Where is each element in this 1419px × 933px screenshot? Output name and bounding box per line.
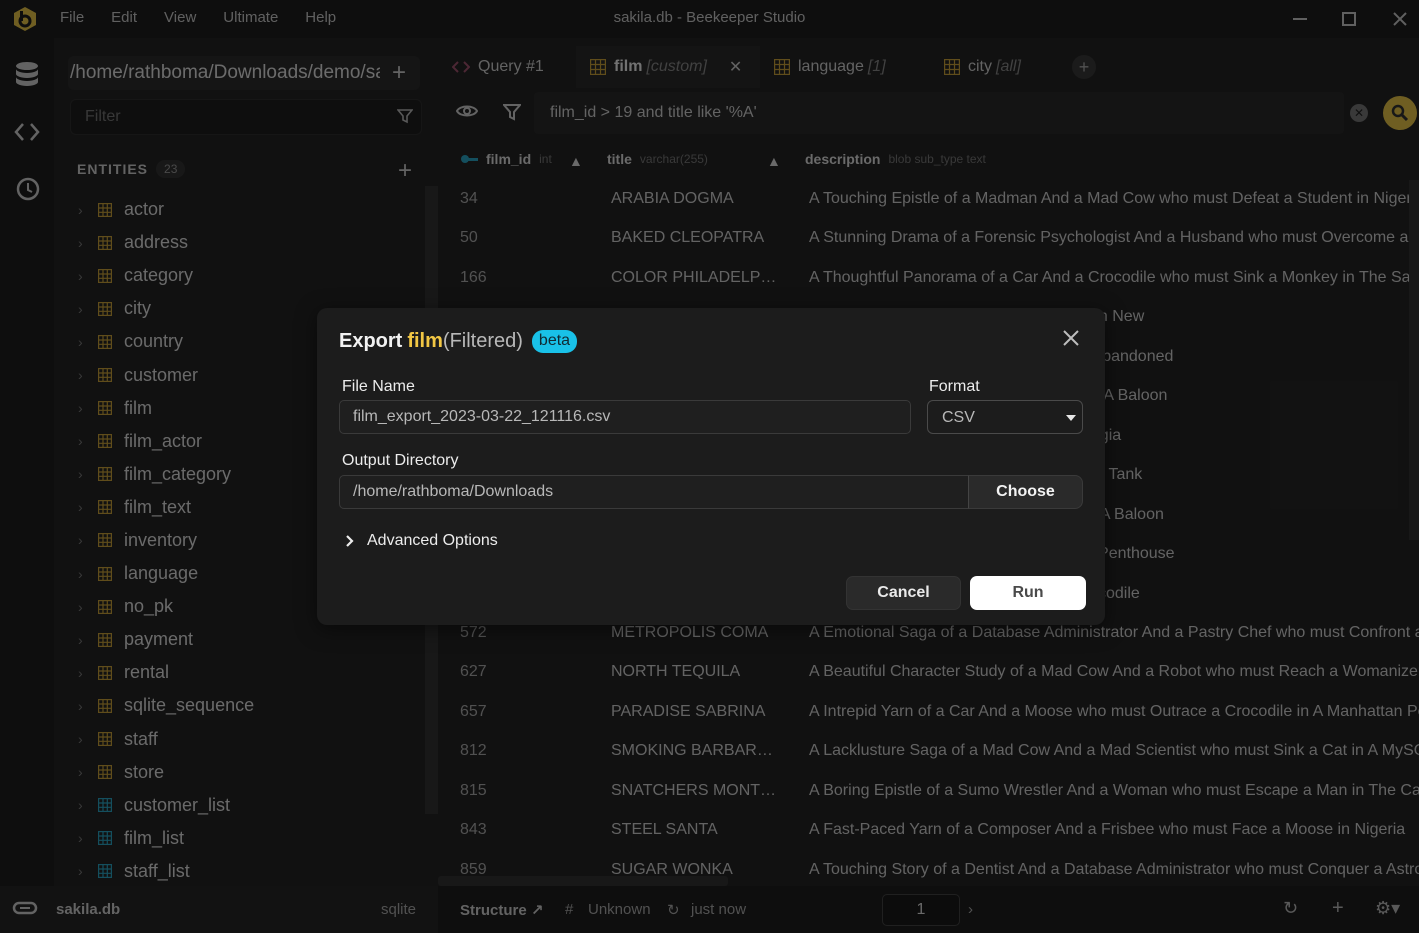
advanced-options-label: Advanced Options [367, 532, 498, 549]
beta-badge: beta [531, 330, 578, 353]
format-label: Format [929, 378, 980, 395]
modal-title: Export film (Filtered) beta [339, 330, 578, 353]
advanced-options-toggle[interactable]: Advanced Options [345, 532, 498, 550]
export-table-name: film [407, 330, 443, 352]
file-name-input[interactable] [340, 401, 910, 433]
format-selected-value: CSV [942, 409, 975, 426]
output-directory-input[interactable] [340, 476, 968, 508]
run-button[interactable]: Run [970, 576, 1086, 610]
export-modal: Export film (Filtered) beta File Name Fo… [317, 308, 1105, 625]
choose-directory-button[interactable]: Choose [968, 475, 1083, 509]
chevron-right-icon [346, 535, 354, 547]
file-name-label: File Name [342, 378, 415, 395]
output-directory-row: Choose [339, 475, 1083, 509]
cancel-button[interactable]: Cancel [846, 576, 961, 610]
close-modal-icon[interactable] [1061, 328, 1085, 352]
format-select[interactable]: CSV [927, 400, 1083, 434]
filtered-note: (Filtered) [442, 330, 523, 352]
output-directory-field [339, 475, 969, 509]
file-name-field [339, 400, 911, 434]
dropdown-caret-icon [1066, 415, 1076, 421]
output-directory-label: Output Directory [342, 452, 459, 469]
